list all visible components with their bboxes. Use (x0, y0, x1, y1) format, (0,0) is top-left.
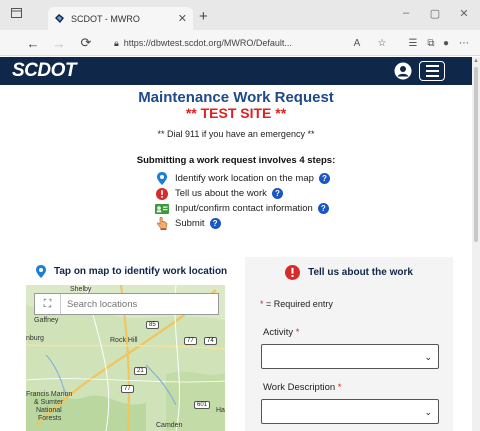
highway-shield: 77 (121, 385, 134, 393)
minimize-button[interactable]: – (396, 4, 416, 22)
map-search-box: ⛶ (34, 293, 219, 315)
work-description-label-text: Work Description (263, 382, 336, 393)
collections-icon[interactable]: ⧉ (423, 35, 439, 51)
pointer-hand-icon (155, 217, 169, 230)
browser-tab[interactable]: SCDOT - MWRO ✕ (48, 7, 193, 30)
hamburger-menu-button[interactable] (419, 61, 445, 81)
required-star: * (260, 299, 264, 309)
map-label: Gaffney (34, 317, 59, 324)
page-scrollbar[interactable]: ▲ (472, 57, 480, 431)
step-label: Identify work location on the map (175, 173, 314, 184)
profile-icon[interactable]: ● (438, 35, 454, 51)
chevron-down-icon: ⌄ (424, 407, 432, 417)
highway-shield: 74 (204, 337, 217, 345)
help-icon[interactable]: ? (318, 173, 330, 184)
map-label: & Sumter (34, 399, 64, 406)
page-title: Maintenance Work Request (138, 89, 334, 106)
map-label: Ha (216, 407, 225, 414)
work-description-select[interactable]: ⌄ (261, 399, 439, 424)
map-label: nburg (26, 335, 44, 342)
favorite-star-icon[interactable]: ☆ (374, 35, 390, 51)
exclamation-icon (155, 187, 169, 200)
required-star: * (295, 327, 300, 338)
new-tab-button[interactable]: + (199, 8, 208, 25)
step-item: Submit ? (155, 216, 395, 231)
contact-card-icon (155, 202, 169, 215)
page-viewport: SCDOT Maintenance Work Request ** TEST S… (0, 57, 472, 431)
highway-shield: 77 (184, 337, 197, 345)
map-heading: Tap on map to identify work location (36, 265, 227, 278)
step-label: Tell us about the work (175, 188, 267, 199)
tab-actions-icon[interactable] (6, 4, 26, 22)
close-window-button[interactable]: ✕ (454, 4, 474, 22)
url-text: https://dbwtest.scdot.org/MWRO/Default..… (123, 38, 292, 48)
favorites-list-icon[interactable]: ☰ (405, 35, 421, 51)
location-map[interactable]: Shelby Gaffney Rock Hill Francis Marion … (26, 285, 225, 431)
map-pin-icon (36, 265, 46, 278)
help-icon[interactable]: ? (209, 218, 221, 229)
exclamation-icon (285, 265, 301, 280)
map-label: Rock Hill (110, 337, 138, 344)
favicon-icon (55, 14, 64, 23)
highway-shield: 601 (194, 401, 211, 409)
work-heading: Tell us about the work (245, 265, 453, 280)
tab-title: SCDOT - MWRO (71, 13, 140, 24)
test-site-banner: ** TEST SITE ** (185, 105, 287, 121)
read-aloud-icon[interactable]: A (349, 35, 365, 51)
map-label: Camden (156, 422, 183, 429)
lock-icon: 🔒︎ (114, 37, 119, 48)
url-field[interactable]: 🔒︎ https://dbwtest.scdot.org/MWRO/Defaul… (114, 33, 344, 53)
map-pin-icon (155, 172, 169, 185)
scroll-up-icon[interactable]: ▲ (473, 58, 479, 64)
step-item: Tell us about the work ? (155, 186, 395, 201)
map-label: National (36, 407, 62, 414)
activity-label-text: Activity (263, 327, 294, 338)
activity-label: Activity * (263, 327, 299, 338)
highway-shield: 21 (134, 367, 147, 375)
forward-arrow-icon[interactable]: → (50, 34, 68, 52)
more-menu-icon[interactable]: ⋯ (456, 35, 472, 51)
browser-tab-bar: SCDOT - MWRO ✕ + – ▢ ✕ (0, 0, 480, 30)
search-input[interactable] (61, 298, 211, 310)
scdot-logo[interactable]: SCDOT (12, 60, 77, 82)
help-icon[interactable]: ? (317, 203, 329, 214)
back-arrow-icon[interactable]: ← (24, 34, 42, 52)
address-bar-row: ← → ⟳ 🔒︎ https://dbwtest.scdot.org/MWRO/… (0, 30, 480, 56)
tab-close-icon[interactable]: ✕ (178, 12, 187, 25)
map-label: Forests (38, 415, 62, 422)
map-heading-text: Tap on map to identify work location (54, 266, 228, 277)
step-item: Input/confirm contact information ? (155, 201, 395, 216)
work-details-panel: Tell us about the work * = Required entr… (245, 257, 453, 431)
step-item: Identify work location on the map ? (155, 171, 395, 186)
required-note: * = Required entry (260, 299, 333, 309)
work-heading-text: Tell us about the work (308, 267, 413, 278)
site-header: SCDOT (0, 57, 472, 85)
map-label: Shelby (70, 286, 92, 293)
chevron-down-icon: ⌄ (424, 352, 432, 362)
required-note-text: = Required entry (266, 299, 333, 309)
scrollbar-thumb[interactable] (474, 67, 478, 242)
user-account-icon[interactable] (394, 62, 412, 80)
step-label: Submit (175, 218, 205, 229)
maximize-button[interactable]: ▢ (425, 4, 445, 22)
activity-select[interactable]: ⌄ (261, 344, 439, 369)
help-icon[interactable]: ? (271, 188, 283, 199)
steps-list: Identify work location on the map ? Tell… (155, 171, 395, 231)
emergency-notice: ** Dial 911 if you have an emergency ** (157, 129, 315, 139)
steps-heading: Submitting a work request involves 4 ste… (136, 155, 336, 166)
highway-shield: 85 (146, 321, 159, 329)
required-star: * (337, 382, 342, 393)
step-label: Input/confirm contact information (175, 203, 313, 214)
fullscreen-icon[interactable]: ⛶ (35, 294, 61, 314)
work-description-label: Work Description * (263, 382, 342, 393)
map-label: Francis Marion (26, 391, 73, 398)
refresh-icon[interactable]: ⟳ (77, 34, 95, 52)
